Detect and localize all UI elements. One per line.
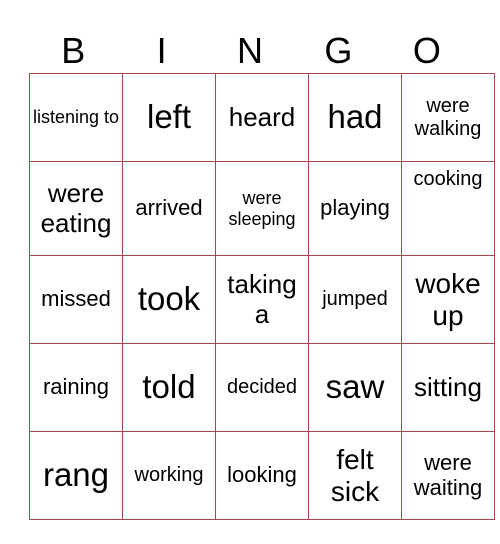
bingo-cell[interactable]: took xyxy=(122,255,216,344)
bingo-cell[interactable]: listening to xyxy=(29,73,123,162)
grid-row: rang working looking felt sick were wait… xyxy=(29,431,495,520)
bingo-cell[interactable]: told xyxy=(122,343,216,432)
header-letter-n: N xyxy=(237,30,264,71)
grid-row: were eating arrived were sleeping playin… xyxy=(29,161,495,256)
bingo-cell[interactable]: missed xyxy=(29,255,123,344)
bingo-cell[interactable]: playing xyxy=(308,161,402,256)
bingo-grid: listening to left heard had were walking… xyxy=(29,73,495,520)
bingo-cell[interactable]: jumped xyxy=(308,255,402,344)
bingo-cell[interactable]: saw xyxy=(308,343,402,432)
bingo-cell[interactable]: arrived xyxy=(122,161,216,256)
header-letter-i: I xyxy=(156,30,167,71)
bingo-cell[interactable]: cooking xyxy=(401,161,495,256)
bingo-cell[interactable]: left xyxy=(122,73,216,162)
header-letter-g: G xyxy=(324,30,353,71)
bingo-cell[interactable]: were sleeping xyxy=(215,161,309,256)
grid-row: raining told decided saw sitting xyxy=(29,343,495,432)
bingo-cell[interactable]: working xyxy=(122,431,216,520)
bingo-header: B I N G O xyxy=(29,28,471,73)
bingo-cell[interactable]: sitting xyxy=(401,343,495,432)
bingo-cell[interactable]: felt sick xyxy=(308,431,402,520)
bingo-cell[interactable]: heard xyxy=(215,73,309,162)
grid-row: listening to left heard had were walking xyxy=(29,73,495,162)
bingo-cell[interactable]: decided xyxy=(215,343,309,432)
bingo-cell[interactable]: rang xyxy=(29,431,123,520)
header-letter-b: B xyxy=(61,30,86,71)
header-letter-o: O xyxy=(412,30,441,71)
bingo-cell[interactable]: raining xyxy=(29,343,123,432)
grid-row: missed took taking a jumped woke up xyxy=(29,255,495,344)
bingo-cell[interactable]: woke up xyxy=(401,255,495,344)
bingo-cell[interactable]: taking a xyxy=(215,255,309,344)
bingo-cell[interactable]: had xyxy=(308,73,402,162)
bingo-cell[interactable]: looking xyxy=(215,431,309,520)
bingo-cell[interactable]: were waiting xyxy=(401,431,495,520)
bingo-cell[interactable]: were eating xyxy=(29,161,123,256)
bingo-cell[interactable]: were walking xyxy=(401,73,495,162)
